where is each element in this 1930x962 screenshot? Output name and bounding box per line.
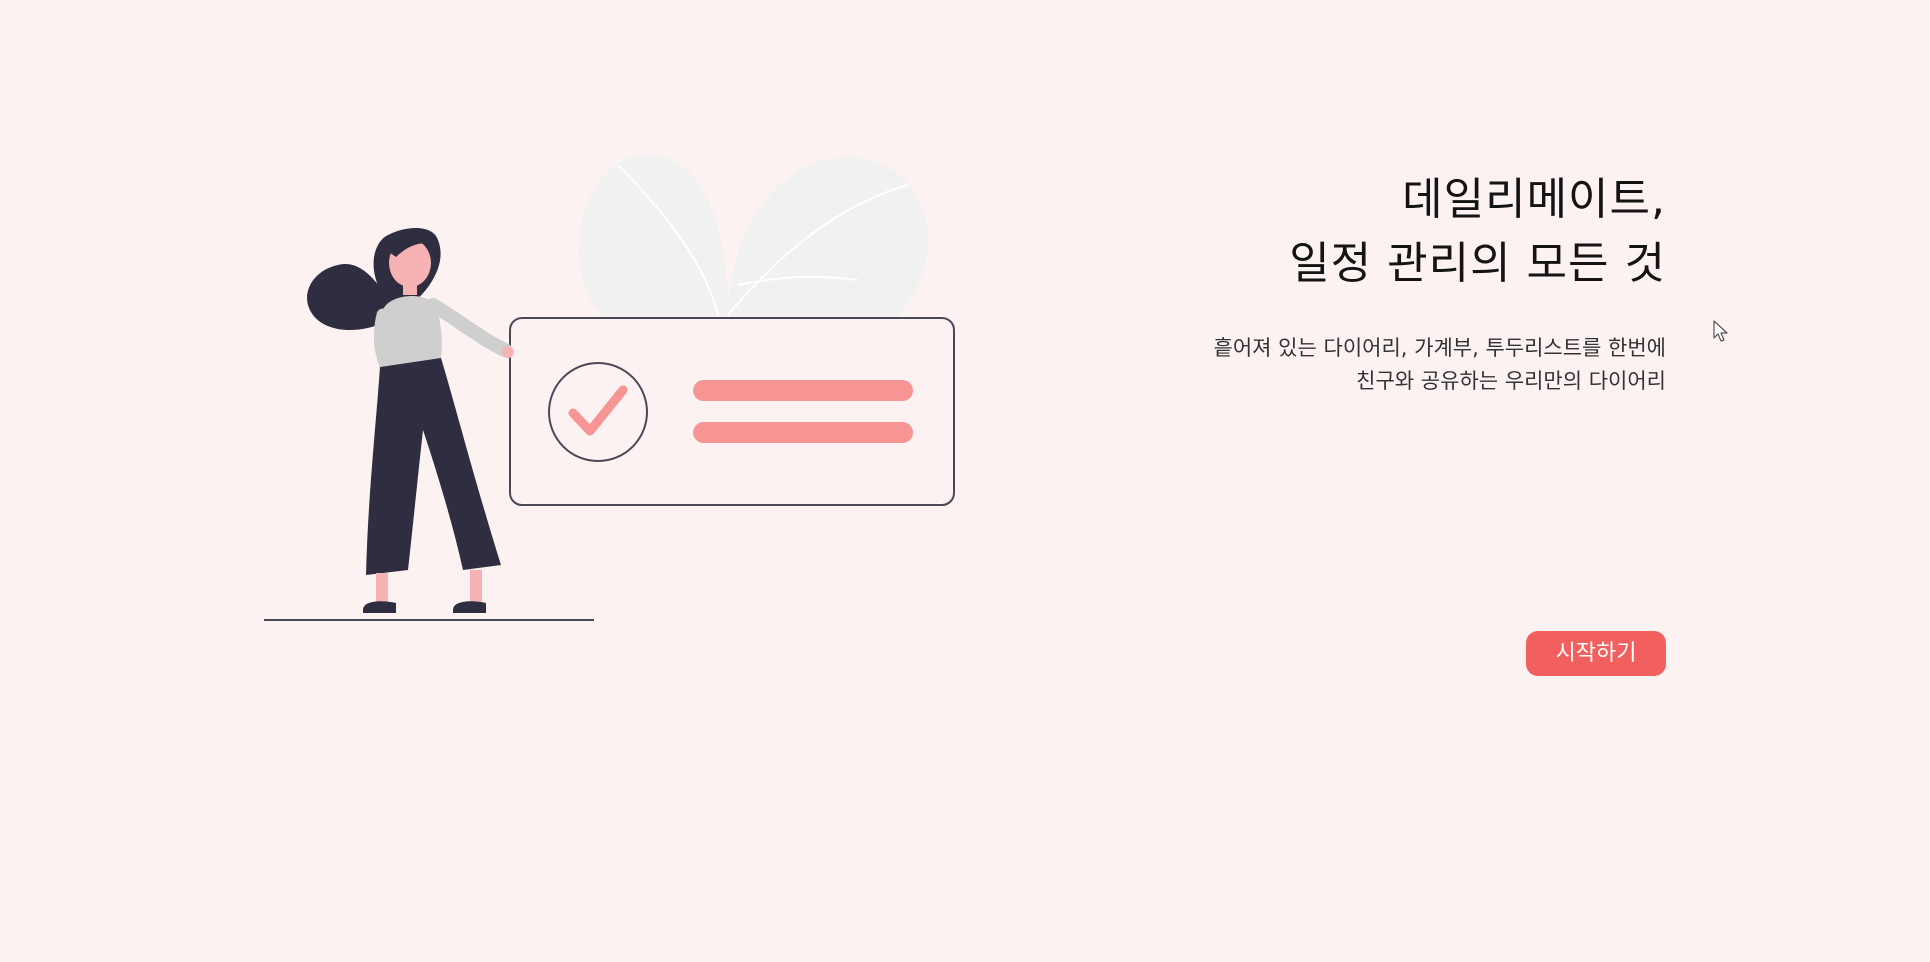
woman-with-checklist-illustration: [264, 155, 955, 621]
leaf-decoration: [578, 155, 928, 316]
checklist-card: [509, 317, 955, 506]
subline-line-2: 친구와 공유하는 우리만의 다이어리: [1356, 369, 1666, 393]
headline-line-2: 일정 관리의 모든 것: [1289, 238, 1666, 289]
list-line-1: [693, 380, 913, 401]
headline: 데일리메이트, 일정 관리의 모든 것: [966, 168, 1666, 296]
subline: 흩어져 있는 다이어리, 가계부, 투두리스트를 한번에 친구와 공유하는 우리…: [966, 332, 1666, 398]
subline-line-1: 흩어져 있는 다이어리, 가계부, 투두리스트를 한번에: [1213, 336, 1666, 360]
landing-page: 데일리메이트, 일정 관리의 모든 것 흩어져 있는 다이어리, 가계부, 투두…: [0, 0, 1930, 962]
mouse-cursor-icon: [1713, 320, 1728, 342]
list-line-2: [693, 422, 913, 443]
headline-line-1: 데일리메이트,: [1402, 174, 1666, 225]
start-button[interactable]: 시작하기: [1526, 631, 1666, 676]
hero-text: 데일리메이트, 일정 관리의 모든 것 흩어져 있는 다이어리, 가계부, 투두…: [966, 168, 1666, 398]
